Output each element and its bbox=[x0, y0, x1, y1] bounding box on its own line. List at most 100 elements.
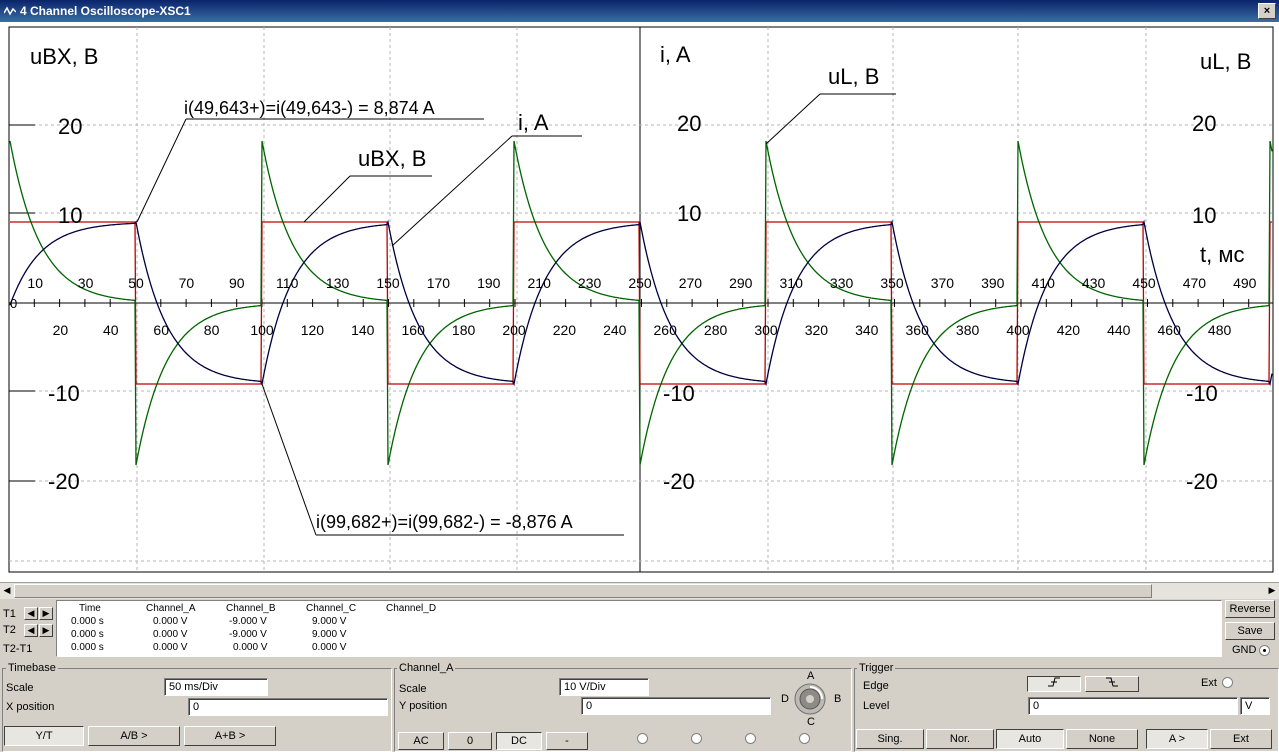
x-tick-top-130: 130 bbox=[326, 275, 350, 291]
x-tick-top-410: 410 bbox=[1032, 275, 1056, 291]
x-tick-bottom-100: 100 bbox=[250, 322, 274, 338]
y-tick-left-m20: -20 bbox=[48, 469, 80, 494]
x-position-field[interactable]: 0 bbox=[188, 698, 388, 716]
annotation-current-99: i(99,682+)=i(99,682-) = -8,876 A bbox=[316, 512, 573, 532]
single-button[interactable]: Sing. bbox=[856, 729, 924, 749]
zero-button[interactable]: 0 bbox=[448, 732, 492, 750]
row1-b: -9.000 V bbox=[229, 616, 267, 627]
t2-right-arrow-icon[interactable]: ▶ bbox=[39, 624, 53, 637]
row1-time: 0.000 s bbox=[71, 616, 104, 627]
dc-button[interactable]: DC bbox=[496, 732, 542, 750]
annotation-leader bbox=[136, 118, 187, 223]
a-plus-b-button[interactable]: A+B > bbox=[184, 726, 276, 746]
x-tick-bottom-340: 340 bbox=[855, 322, 879, 338]
auto-button[interactable]: Auto bbox=[996, 729, 1064, 749]
trigger-ext-radio[interactable] bbox=[1222, 677, 1233, 688]
channel-scale-field[interactable]: 10 V/Div bbox=[559, 678, 649, 696]
falling-edge-icon bbox=[1105, 677, 1119, 690]
row2-c: 9.000 V bbox=[312, 629, 347, 640]
channel-scale-label: Scale bbox=[399, 683, 427, 695]
x-tick-bottom-440: 440 bbox=[1107, 322, 1131, 338]
x-tick-bottom-320: 320 bbox=[805, 322, 829, 338]
x-tick-top-390: 390 bbox=[981, 275, 1005, 291]
annotation-current-49: i(49,643+)=i(49,643-) = 8,874 A bbox=[184, 98, 435, 118]
x-tick-top-430: 430 bbox=[1082, 275, 1106, 291]
timebase-scale-field[interactable]: 50 ms/Div bbox=[164, 678, 268, 696]
x-tick-top-330: 330 bbox=[830, 275, 854, 291]
x-tick-bottom-20: 20 bbox=[53, 322, 69, 338]
x-tick-bottom-400: 400 bbox=[1006, 322, 1030, 338]
scroll-thumb[interactable] bbox=[14, 584, 1152, 598]
level-field[interactable]: 0 bbox=[1028, 697, 1238, 715]
annotation-i: i, A bbox=[518, 110, 549, 135]
x-tick-top-270: 270 bbox=[679, 275, 703, 291]
header-channel-c: Channel_C bbox=[306, 603, 357, 614]
t2-t1-label: T2-T1 bbox=[3, 643, 33, 655]
row1-a: 0.000 V bbox=[153, 616, 188, 627]
row2-a: 0.000 V bbox=[153, 629, 188, 640]
y-tick-left-m10: -10 bbox=[48, 381, 80, 406]
channel-radio-3[interactable] bbox=[745, 733, 756, 744]
x-tick-bottom-200: 200 bbox=[502, 322, 526, 338]
channel-radio-4[interactable] bbox=[799, 733, 810, 744]
timebase-title: Timebase bbox=[6, 662, 58, 674]
t2-left-arrow-icon[interactable]: ◀ bbox=[24, 624, 38, 637]
x-tick-top-350: 350 bbox=[880, 275, 904, 291]
falling-edge-button[interactable] bbox=[1085, 676, 1139, 692]
y-tick-mid-m20: -20 bbox=[663, 469, 695, 494]
channel-radio-2[interactable] bbox=[691, 733, 702, 744]
x-tick-top-230: 230 bbox=[578, 275, 602, 291]
invert-button[interactable]: - bbox=[546, 732, 588, 750]
trigger-ext-button[interactable]: Ext bbox=[1210, 729, 1272, 749]
x-tick-top-370: 370 bbox=[931, 275, 955, 291]
trigger-title: Trigger bbox=[857, 662, 896, 674]
oscilloscope-screen[interactable]: uBX, B 0 i, A uL, B t, мс 20 10 -10 -20 … bbox=[0, 22, 1279, 582]
knob-label-d: D bbox=[781, 693, 789, 705]
y-tick-mid-10: 10 bbox=[677, 201, 701, 226]
x-tick-top-170: 170 bbox=[427, 275, 451, 291]
ac-button[interactable]: AC bbox=[398, 732, 444, 750]
normal-button[interactable]: Nor. bbox=[926, 729, 994, 749]
y-tick-mid-20: 20 bbox=[677, 111, 701, 136]
header-channel-b: Channel_B bbox=[226, 603, 276, 614]
x-tick-bottom-460: 460 bbox=[1158, 322, 1182, 338]
none-button[interactable]: None bbox=[1066, 729, 1138, 749]
x-tick-top-150: 150 bbox=[376, 275, 400, 291]
title-bar: 4 Channel Oscilloscope-XSC1 × bbox=[0, 0, 1279, 22]
level-label: Level bbox=[863, 700, 890, 712]
gnd-radio[interactable] bbox=[1259, 645, 1270, 656]
annotation-ubx: uBX, B bbox=[358, 146, 426, 171]
channel-selector-knob-icon[interactable] bbox=[794, 683, 826, 715]
header-channel-a: Channel_A bbox=[146, 603, 196, 614]
waveform-display: uBX, B 0 i, A uL, B t, мс 20 10 -10 -20 … bbox=[8, 26, 1274, 573]
x-tick-bottom-360: 360 bbox=[906, 322, 930, 338]
rising-edge-button[interactable] bbox=[1027, 676, 1081, 692]
gnd-label: GND bbox=[1232, 644, 1257, 656]
channel-radio-1[interactable] bbox=[637, 733, 648, 744]
t1-label: T1 bbox=[3, 608, 16, 620]
level-unit-field[interactable]: V bbox=[1240, 697, 1270, 715]
x-tick-top-210: 210 bbox=[528, 275, 552, 291]
axis-title-i: i, A bbox=[660, 42, 691, 67]
y-tick-right-10: 10 bbox=[1192, 203, 1216, 228]
x-tick-top-490: 490 bbox=[1233, 275, 1257, 291]
y-tick-mid-m10: -10 bbox=[663, 381, 695, 406]
close-button[interactable]: × bbox=[1258, 3, 1276, 19]
row3-b: 0.000 V bbox=[233, 642, 268, 653]
reverse-button[interactable]: Reverse bbox=[1225, 600, 1275, 618]
axis-title-ul: uL, B bbox=[1200, 49, 1251, 74]
t1-left-arrow-icon[interactable]: ◀ bbox=[24, 607, 38, 620]
row2-time: 0.000 s bbox=[71, 629, 104, 640]
t1-right-arrow-icon[interactable]: ▶ bbox=[39, 607, 53, 620]
trigger-a-button[interactable]: A > bbox=[1146, 729, 1208, 749]
ab-button[interactable]: A/B > bbox=[88, 726, 180, 746]
scroll-right-icon[interactable]: ▶ bbox=[1265, 584, 1279, 597]
horizontal-scrollbar[interactable]: ◀ ▶ bbox=[0, 582, 1279, 599]
y-position-field[interactable]: 0 bbox=[581, 697, 771, 715]
knob-label-b: B bbox=[834, 693, 842, 705]
save-button[interactable]: Save bbox=[1225, 622, 1275, 640]
yt-button[interactable]: Y/T bbox=[4, 726, 84, 746]
scroll-left-icon[interactable]: ◀ bbox=[0, 584, 14, 597]
row1-c: 9.000 V bbox=[312, 616, 347, 627]
axis-title-time: t, мс bbox=[1200, 242, 1244, 267]
